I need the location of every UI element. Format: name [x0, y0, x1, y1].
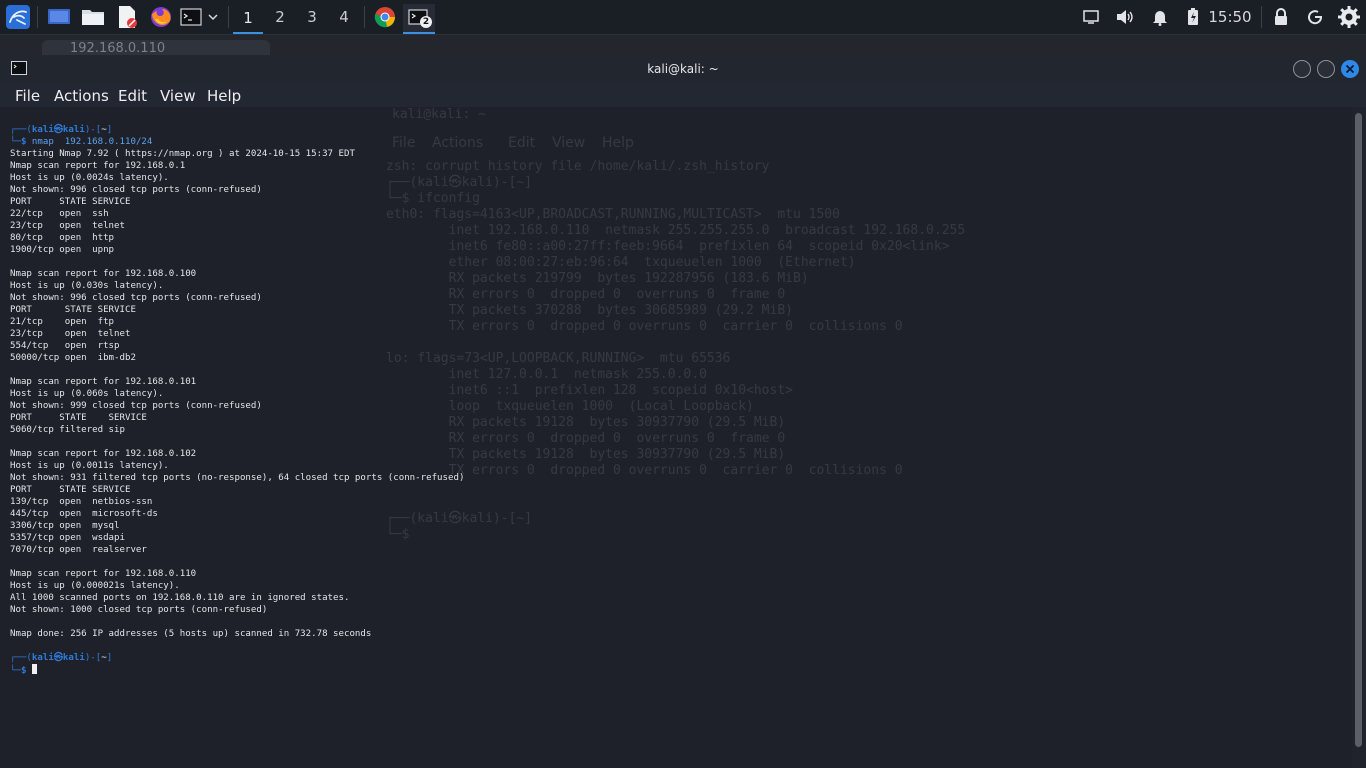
chromium-icon [374, 7, 395, 28]
ghost-menu-item: Help [602, 135, 634, 151]
notifications-button[interactable] [1150, 4, 1170, 30]
terminal-output: ┌──(kali㉿kali)-[~] └─$ nmap 192.168.0.11… [10, 124, 464, 677]
window-titlebar[interactable]: kali@kali: ~ [0, 55, 1366, 83]
background-terminal-ghost: kali@kali: ~ File Actions Edit View Help zsh… [386, 107, 1086, 607]
kali-menu-icon [6, 5, 30, 29]
nmap-output: Starting Nmap 7.92 ( https://nmap.org ) … [10, 149, 465, 639]
terminal-launcher-dropdown[interactable] [205, 4, 221, 30]
top-panel: 1 2 3 4 2 15:50 [0, 0, 1366, 35]
show-desktop-button[interactable] [46, 4, 72, 30]
ghost-line: inet6 fe80::a00:27ff:feeb:9664 prefixlen… [386, 239, 950, 254]
terminal-icon [180, 8, 202, 26]
file-manager-icon [82, 10, 104, 25]
prompt-dir-open: )-[ [84, 653, 102, 663]
chevron-down-icon [208, 14, 218, 21]
text-editor-icon [119, 6, 137, 28]
lock-icon [1275, 8, 1287, 25]
text-cursor [31, 664, 37, 674]
ghost-menu-item: Edit [508, 135, 536, 151]
prompt-dollar: $ [20, 666, 27, 676]
command-text: nmap 192.168.0.110/24 [31, 137, 153, 147]
lock-screen-button[interactable] [1270, 4, 1292, 30]
close-button[interactable] [1341, 60, 1359, 78]
prompt-box-bottom: └─ [10, 666, 21, 676]
workspace-3[interactable]: 3 [297, 4, 327, 30]
menu-help[interactable]: Help [207, 87, 241, 105]
terminal-scrollbar[interactable] [1352, 107, 1366, 768]
prompt-dir-close: ] [106, 125, 113, 135]
terminal-taskbar-button[interactable]: 2 [403, 4, 435, 34]
prompt-dir-close: ] [106, 653, 113, 663]
prompt-at-symbol: ㉿ [53, 125, 63, 135]
terminal-window: kali@kali: ~ File Actions Edit View Help… [0, 55, 1366, 768]
logout-button[interactable] [1304, 4, 1326, 30]
volume-button[interactable] [1114, 4, 1136, 30]
settings-button[interactable] [1336, 4, 1362, 30]
chromium-taskbar-button[interactable] [372, 4, 398, 30]
menu-actions[interactable]: Actions [54, 87, 109, 105]
clock[interactable]: 15:50 [1208, 4, 1252, 30]
firefox-icon [151, 7, 171, 27]
prompt-user: kali [31, 125, 54, 135]
settings-icon [1338, 6, 1360, 28]
close-icon [1345, 64, 1355, 74]
workspace-4[interactable]: 4 [329, 4, 359, 30]
file-manager-button[interactable] [80, 4, 106, 30]
prompt-at-symbol: ㉿ [53, 653, 63, 663]
prompt-user: kali [31, 653, 54, 663]
battery-icon [1188, 8, 1198, 25]
minimize-button[interactable] [1293, 60, 1311, 78]
prompt-box-top: ┌──( [10, 653, 32, 663]
prompt-host: kali [62, 125, 85, 135]
window-count-badge: 2 [420, 16, 432, 28]
terminal-content[interactable]: kali@kali: ~ File Actions Edit View Help zsh… [0, 107, 1352, 768]
kali-menu-button[interactable] [4, 4, 32, 30]
menu-view[interactable]: View [160, 87, 196, 105]
display-icon [1083, 10, 1099, 24]
prompt-dollar: $ [20, 137, 27, 147]
prompt-host: kali [62, 653, 85, 663]
prompt-box-top: ┌──( [10, 125, 32, 135]
battery-indicator[interactable] [1184, 4, 1202, 30]
maximize-button[interactable] [1317, 60, 1335, 78]
ghost-line: inet 192.168.0.110 netmask 255.255.255.0… [386, 223, 966, 238]
volume-icon [1117, 10, 1133, 24]
prompt-box-bottom: └─ [10, 137, 21, 147]
prompt-dir-open: )-[ [84, 125, 102, 135]
scrollbar-thumb[interactable] [1355, 113, 1362, 747]
menu-file[interactable]: File [15, 87, 40, 105]
show-desktop-icon [48, 9, 70, 24]
text-editor-button[interactable] [114, 4, 140, 30]
menu-edit[interactable]: Edit [118, 87, 147, 105]
ghost-menu-item: View [552, 135, 586, 151]
display-button[interactable] [1080, 4, 1102, 30]
power-icon [1308, 10, 1323, 25]
firefox-button[interactable] [148, 4, 174, 30]
workspace-2[interactable]: 2 [265, 4, 295, 30]
notifications-icon [1153, 11, 1167, 26]
ghost-title: kali@kali: ~ [392, 107, 486, 122]
window-title: kali@kali: ~ [647, 62, 719, 76]
workspace-1[interactable]: 1 [233, 4, 263, 34]
terminal-launcher[interactable] [180, 4, 202, 30]
menu-bar: File Actions Edit View Help [0, 83, 1366, 107]
